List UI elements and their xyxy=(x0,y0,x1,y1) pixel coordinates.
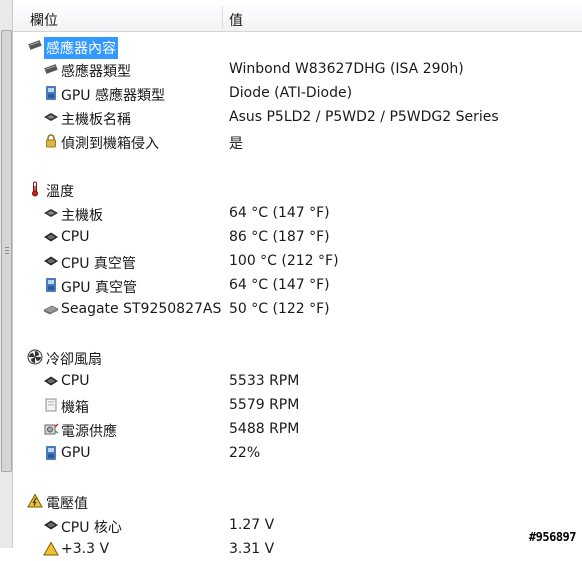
chassis-icon xyxy=(45,398,57,412)
thermometer-icon xyxy=(32,181,38,197)
fan-icon xyxy=(27,349,43,365)
item-label: 感應器類型 xyxy=(61,64,131,80)
column-divider[interactable] xyxy=(222,6,223,28)
item-value: 22% xyxy=(229,445,261,461)
column-header-field[interactable]: 欄位 xyxy=(30,10,58,30)
list-item[interactable]: GPU 22% xyxy=(13,441,582,465)
list-item[interactable]: GPU 真空管 64 °C (147 °F) xyxy=(13,273,582,297)
scrollbar-grip xyxy=(5,250,9,251)
gpu-card-icon xyxy=(46,446,56,460)
vertical-scrollbar[interactable] xyxy=(0,0,13,548)
item-label: CPU xyxy=(61,229,90,245)
power-supply-icon xyxy=(44,423,59,435)
item-label: 主機板名稱 xyxy=(61,112,131,128)
list-item[interactable]: 主機板名稱 Asus P5LD2 / P5WD2 / P5WDG2 Series xyxy=(13,105,582,129)
item-value: 1.27 V xyxy=(229,517,275,533)
cpu-icon xyxy=(44,520,58,530)
chip-icon xyxy=(44,64,58,74)
list-item[interactable]: CPU 真空管 100 °C (212 °F) xyxy=(13,249,582,273)
motherboard-icon xyxy=(44,209,58,217)
item-label: GPU xyxy=(61,445,91,461)
list-item[interactable]: +3.3 V 3.31 V xyxy=(13,537,582,561)
cpu-icon xyxy=(44,256,58,266)
item-value: 是 xyxy=(229,136,243,152)
item-value: 64 °C (147 °F) xyxy=(229,277,330,293)
section-title: 溫度 xyxy=(46,184,74,200)
list-item[interactable]: 主機板 64 °C (147 °F) xyxy=(13,201,582,225)
item-label: 偵測到機箱侵入 xyxy=(61,136,159,152)
hard-disk-icon xyxy=(43,305,59,315)
item-label: 主機板 xyxy=(61,208,103,224)
list-item[interactable]: 偵測到機箱侵入 是 xyxy=(13,129,582,153)
sensor-list: 感應器內容 感應器類型 Winbond W83627DHG (ISA 290h)… xyxy=(13,31,582,557)
item-value: 5488 RPM xyxy=(229,421,300,437)
item-label: GPU 感應器類型 xyxy=(61,88,165,104)
section-sensor-properties[interactable]: 感應器內容 xyxy=(13,33,582,59)
list-item[interactable]: 機箱 5579 RPM xyxy=(13,393,582,417)
item-value: 86 °C (187 °F) xyxy=(229,229,330,245)
item-label: 電源供應 xyxy=(61,424,117,440)
list-item[interactable]: Seagate ST9250827AS 50 °C (122 °F) xyxy=(13,297,582,321)
section-title: 電壓值 xyxy=(46,496,88,512)
section-title: 感應器內容 xyxy=(44,37,118,59)
item-value: 64 °C (147 °F) xyxy=(229,205,330,221)
list-item[interactable]: CPU 86 °C (187 °F) xyxy=(13,225,582,249)
section-title: 冷卻風扇 xyxy=(46,352,102,368)
column-header-value[interactable]: 值 xyxy=(229,10,243,30)
lock-icon xyxy=(46,134,56,148)
section-cooling-fans[interactable]: 冷卻風扇 xyxy=(13,345,582,369)
scrollbar-grip xyxy=(5,247,9,248)
cpu-icon xyxy=(44,376,58,386)
section-voltages[interactable]: 電壓值 xyxy=(13,489,582,513)
list-item[interactable]: 電源供應 5488 RPM xyxy=(13,417,582,441)
item-value: Asus P5LD2 / P5WD2 / P5WDG2 Series xyxy=(229,109,499,125)
item-value: 100 °C (212 °F) xyxy=(229,253,339,269)
item-label: +3.3 V xyxy=(61,541,110,557)
voltage-warning-icon xyxy=(43,541,59,556)
list-item[interactable]: CPU 5533 RPM xyxy=(13,369,582,393)
item-value: 50 °C (122 °F) xyxy=(229,301,330,317)
cpu-icon xyxy=(44,232,58,242)
list-item[interactable]: GPU 感應器類型 Diode (ATI-Diode) xyxy=(13,81,582,105)
item-label: CPU xyxy=(61,373,90,389)
watermark-text: #956897 xyxy=(528,530,577,544)
item-label: 機箱 xyxy=(61,400,89,416)
item-value: 5579 RPM xyxy=(229,397,300,413)
item-value: 3.31 V xyxy=(229,541,275,557)
scrollbar-grip xyxy=(5,253,9,254)
item-label: GPU 真空管 xyxy=(61,280,137,296)
item-label: CPU 真空管 xyxy=(61,256,136,272)
section-temperature[interactable]: 溫度 xyxy=(13,177,582,201)
list-header: 欄位 值 xyxy=(13,0,582,32)
item-label: CPU 核心 xyxy=(61,520,122,536)
voltage-warning-icon xyxy=(27,493,43,508)
item-value: Winbond W83627DHG (ISA 290h) xyxy=(229,61,464,77)
item-value: Diode (ATI-Diode) xyxy=(229,85,353,101)
scrollbar-thumb[interactable] xyxy=(1,30,12,472)
chip-icon xyxy=(28,40,42,50)
list-item[interactable]: 感應器類型 Winbond W83627DHG (ISA 290h) xyxy=(13,57,582,81)
list-item[interactable]: CPU 核心 1.27 V xyxy=(13,513,582,537)
item-label: Seagate ST9250827AS xyxy=(61,301,222,317)
motherboard-icon xyxy=(44,113,58,121)
item-value: 5533 RPM xyxy=(229,373,300,389)
gpu-card-icon xyxy=(46,278,56,292)
gpu-card-icon xyxy=(46,86,56,100)
